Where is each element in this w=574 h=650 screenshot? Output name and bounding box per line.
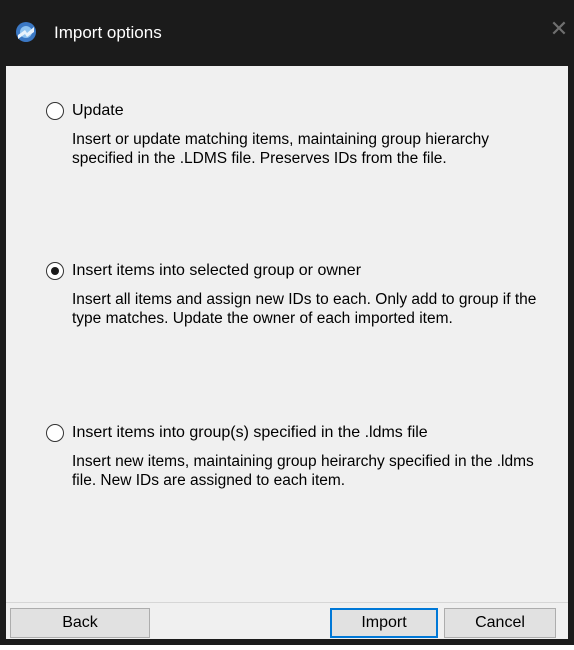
radio-selected-dot bbox=[51, 267, 59, 275]
insert-selected-group-radio-label[interactable]: Insert items into selected group or owne… bbox=[72, 261, 361, 281]
update-description: Insert or update matching items, maintai… bbox=[72, 131, 489, 167]
insert-file-groups-radio[interactable] bbox=[46, 424, 64, 442]
app-icon bbox=[14, 20, 38, 44]
cancel-button[interactable]: Cancel bbox=[444, 608, 556, 638]
import-options-dialog: Import options ✕ Update Insert or update… bbox=[0, 0, 574, 645]
import-button[interactable]: Import bbox=[330, 608, 438, 638]
dialog-content: Update Insert or update matching items, … bbox=[6, 66, 568, 639]
update-radio-label[interactable]: Update bbox=[72, 101, 124, 121]
insert-selected-group-radio[interactable] bbox=[46, 262, 64, 280]
dialog-title: Import options bbox=[54, 23, 162, 42]
insert-file-groups-radio-label[interactable]: Insert items into group(s) specified in … bbox=[72, 423, 428, 443]
back-button[interactable]: Back bbox=[10, 608, 150, 638]
close-icon[interactable]: ✕ bbox=[548, 16, 570, 42]
button-separator bbox=[6, 602, 568, 603]
option-insert-file-groups: Insert items into group(s) specified in … bbox=[6, 422, 568, 489]
insert-selected-group-description: Insert all items and assign new IDs to e… bbox=[72, 291, 537, 327]
insert-file-groups-description: Insert new items, maintaining group heir… bbox=[72, 453, 534, 489]
title-bar[interactable]: Import options ✕ bbox=[0, 0, 574, 66]
option-insert-selected-group: Insert items into selected group or owne… bbox=[6, 260, 568, 327]
update-radio[interactable] bbox=[46, 102, 64, 120]
option-update: Update Insert or update matching items, … bbox=[6, 100, 568, 167]
